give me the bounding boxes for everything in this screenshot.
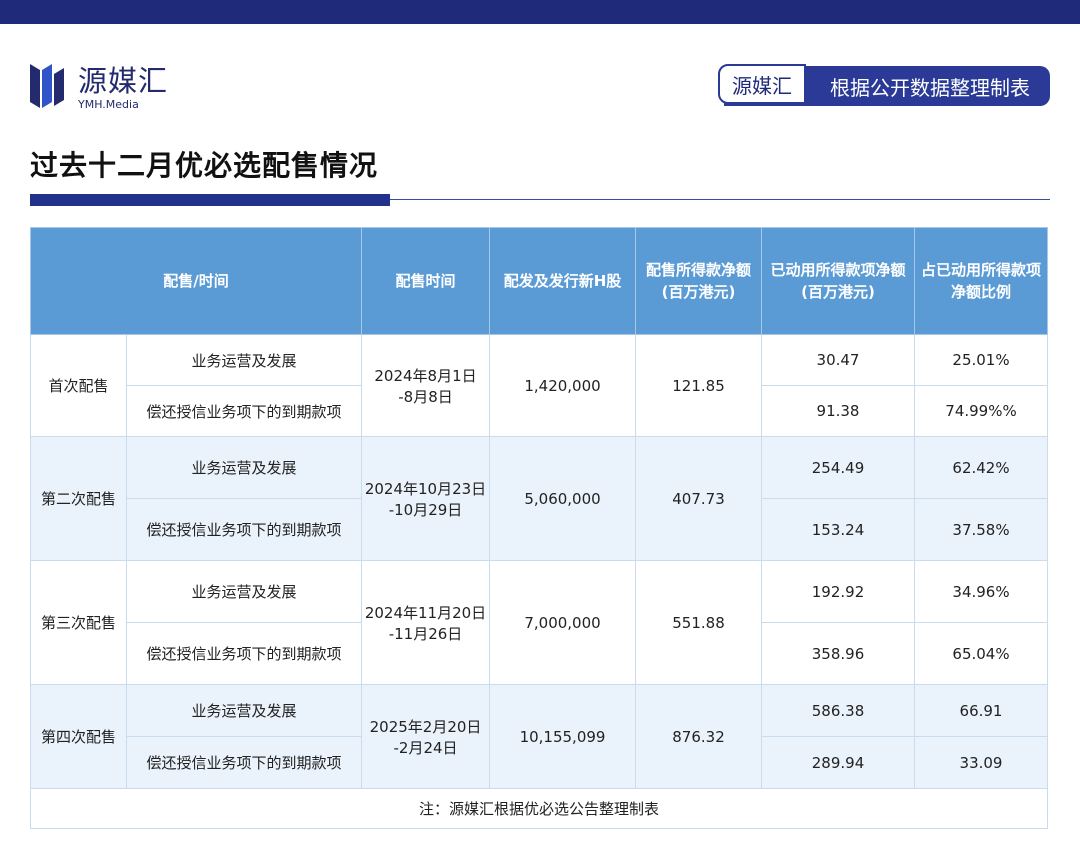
header-ratio: 占已动用所得款项 净额比例 [914, 227, 1049, 335]
table-note: 注：源媒汇根据优必选公告整理制表 [29, 788, 1049, 829]
used-amount: 289.94 [761, 736, 916, 789]
used-ratio: 34.96% [914, 560, 1049, 623]
placement-name: 首次配售 [30, 334, 127, 437]
header-date: 配售时间 [361, 227, 491, 335]
net-proceeds: 121.85 [635, 334, 763, 437]
used-amount: 358.96 [761, 622, 916, 685]
placement-name: 第二次配售 [30, 436, 127, 561]
use-of-proceeds: 业务运营及发展 [125, 436, 363, 499]
placement-date: 2025年2月20日 -2月24日 [361, 684, 491, 789]
used-amount: 153.24 [761, 498, 916, 561]
net-proceeds: 551.88 [635, 560, 763, 685]
table-row: 第三次配售 业务运营及发展 2024年11月20日 -11月26日 7,000,0… [30, 560, 1049, 685]
title-accent-bar [30, 194, 390, 206]
used-amount: 586.38 [761, 684, 916, 737]
used-ratio: 66.91 [914, 684, 1049, 737]
placement-name: 第四次配售 [30, 684, 127, 789]
top-banner [0, 0, 1080, 24]
source-badge: 源媒汇 根据公开数据整理制表 [718, 64, 1050, 106]
net-proceeds: 876.32 [635, 684, 763, 789]
page-title: 过去十二月优必选配售情况 [30, 149, 379, 182]
placement-date: 2024年10月23日 -10月29日 [361, 436, 491, 561]
new-shares: 7,000,000 [489, 560, 637, 685]
use-of-proceeds: 业务运营及发展 [125, 684, 363, 737]
use-of-proceeds: 偿还授信业务项下的到期款项 [125, 736, 363, 789]
header-shares: 配发及发行新H股 [489, 227, 637, 335]
table-note-row: 注：源媒汇根据优必选公告整理制表 [29, 788, 1049, 829]
used-ratio: 37.58% [914, 498, 1049, 561]
use-of-proceeds: 偿还授信业务项下的到期款项 [125, 622, 363, 685]
new-shares: 10,155,099 [489, 684, 637, 789]
used-ratio: 33.09 [914, 736, 1049, 789]
header-used: 已动用所得款项净额 (百万港元) [761, 227, 916, 335]
placement-name: 第三次配售 [30, 560, 127, 685]
placement-date: 2024年11月20日 -11月26日 [361, 560, 491, 685]
use-of-proceeds: 业务运营及发展 [125, 560, 363, 623]
brand-name: 源媒汇 [78, 64, 169, 98]
new-shares: 5,060,000 [489, 436, 637, 561]
placement-date: 2024年8月1日 -8月8日 [361, 334, 491, 437]
table-row: 第四次配售 业务运营及发展 2025年2月20日 -2月24日 10,155,09… [30, 684, 1049, 789]
brand-subname: YMH.Media [78, 98, 139, 111]
table-row: 首次配售 业务运营及发展 2024年8月1日 -8月8日 1,420,000 12… [30, 334, 1049, 437]
used-amount: 192.92 [761, 560, 916, 623]
header-net: 配售所得款净额 (百万港元) [635, 227, 763, 335]
used-amount: 30.47 [761, 334, 916, 386]
brand-mark-icon [30, 64, 64, 108]
header-placement: 配售/时间 [29, 227, 363, 335]
new-shares: 1,420,000 [489, 334, 637, 437]
net-proceeds: 407.73 [635, 436, 763, 561]
table-row: 第二次配售 业务运营及发展 2024年10月23日 -10月29日 5,060,0… [30, 436, 1049, 561]
use-of-proceeds: 业务运营及发展 [125, 334, 363, 386]
used-ratio: 62.42% [914, 436, 1049, 499]
used-ratio: 74.99%% [914, 385, 1049, 437]
use-of-proceeds: 偿还授信业务项下的到期款项 [125, 498, 363, 561]
table-header-row: 配售/时间 配售时间 配发及发行新H股 配售所得款净额 (百万港元) 已动用所得款… [29, 227, 1049, 335]
brand-logo: 源媒汇 YMH.Media [30, 58, 190, 118]
used-ratio: 25.01% [914, 334, 1049, 386]
source-badge-text: 根据公开数据整理制表 [830, 75, 1030, 100]
source-badge-brand: 源媒汇 [718, 64, 806, 104]
used-amount: 254.49 [761, 436, 916, 499]
placement-table: 配售/时间 配售时间 配发及发行新H股 配售所得款净额 (百万港元) 已动用所得款… [29, 227, 1049, 829]
used-ratio: 65.04% [914, 622, 1049, 685]
used-amount: 91.38 [761, 385, 916, 437]
use-of-proceeds: 偿还授信业务项下的到期款项 [125, 385, 363, 437]
